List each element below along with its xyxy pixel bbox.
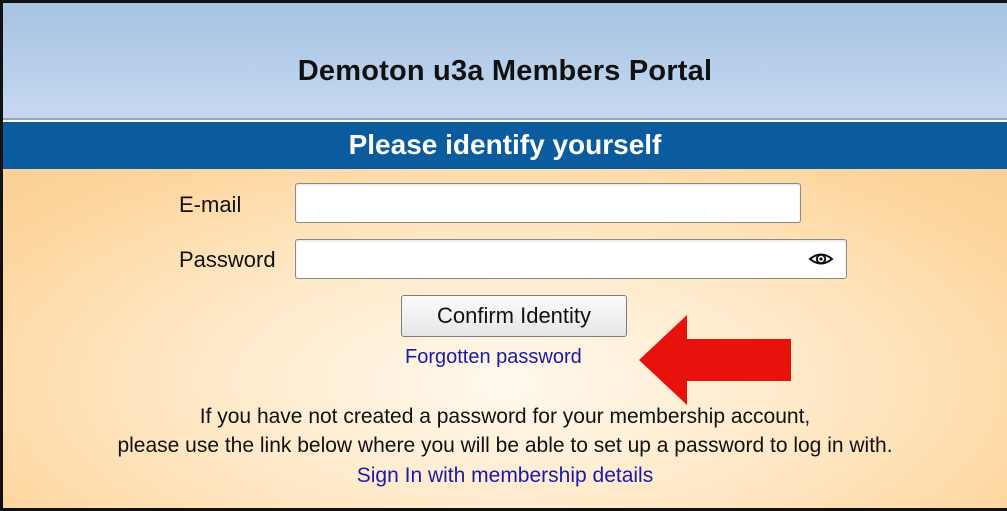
password-label: Password bbox=[179, 247, 276, 272]
identify-heading: Please identify yourself bbox=[348, 129, 662, 160]
sign-in-membership-link[interactable]: Sign In with membership details bbox=[3, 464, 1007, 488]
confirm-identity-button[interactable]: Confirm Identity bbox=[401, 295, 627, 337]
email-field[interactable] bbox=[295, 183, 801, 223]
login-page: Demoton u3a Members Portal Please identi… bbox=[0, 0, 1007, 511]
portal-title: Demoton u3a Members Portal bbox=[297, 55, 713, 87]
password-field[interactable] bbox=[295, 239, 847, 279]
red-arrow-icon bbox=[639, 315, 791, 405]
portal-header: Demoton u3a Members Portal bbox=[3, 3, 1007, 120]
identify-banner: Please identify yourself bbox=[3, 122, 1007, 169]
eye-icon[interactable] bbox=[808, 249, 834, 269]
info-text-line-2: please use the link below where you will… bbox=[117, 434, 893, 457]
info-text-line-1: If you have not created a password for y… bbox=[199, 405, 811, 428]
forgotten-password-link[interactable]: Forgotten password bbox=[405, 346, 582, 369]
email-label: E-mail bbox=[179, 192, 242, 217]
